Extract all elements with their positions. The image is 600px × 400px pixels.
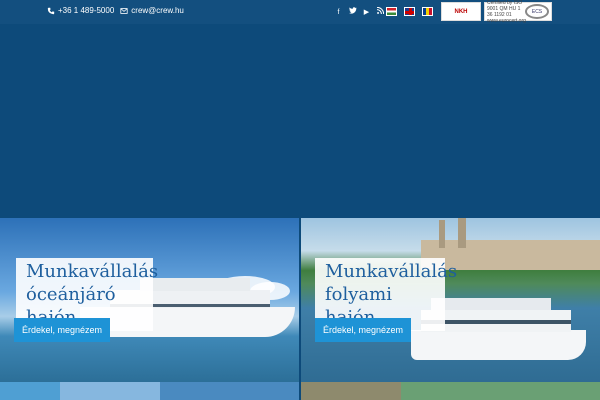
social-links: f ▶ <box>334 6 385 17</box>
phone-number: +36 1 489-5000 <box>58 6 115 15</box>
top-bar: +36 1 489-5000 crew@crew.hu f ▶ NKH Cert… <box>0 0 600 24</box>
hero-banner <box>0 24 600 218</box>
iso-certification-logo: Certified by ISO 9001 QM HU 1 36 1192 01… <box>484 0 552 24</box>
iso-certification-text: Certified by ISO 9001 QM HU 1 36 1192 01… <box>487 0 526 24</box>
river-panel-cta-button[interactable]: Érdekel, megnézem <box>315 318 412 342</box>
twitter-icon[interactable] <box>348 7 357 17</box>
river-ship-panel[interactable]: Munkavállalás folyami hajón Érdekel, meg… <box>301 218 600 382</box>
bottom-image-strip <box>0 382 600 400</box>
ocean-ship-panel[interactable]: Munkavállalás óceánjáró hajón Érdekel, m… <box>0 218 299 382</box>
language-selector <box>386 7 433 16</box>
youtube-icon[interactable]: ▶ <box>362 8 371 17</box>
english-flag-icon[interactable] <box>404 7 415 16</box>
church-tower-decoration <box>458 218 466 248</box>
email-address: crew@crew.hu <box>131 6 184 15</box>
romanian-flag-icon[interactable] <box>422 7 433 16</box>
church-tower-decoration <box>439 220 445 248</box>
nkh-logo: NKH <box>441 2 481 21</box>
certification-seal: ECS <box>525 4 549 19</box>
phone-link[interactable]: +36 1 489-5000 <box>47 6 114 15</box>
certification-logos: NKH Certified by ISO 9001 QM HU 1 36 119… <box>441 0 552 24</box>
facebook-icon[interactable]: f <box>334 8 343 17</box>
envelope-icon <box>120 7 128 14</box>
phone-icon <box>47 7 55 14</box>
contact-info: +36 1 489-5000 crew@crew.hu <box>47 6 184 15</box>
ocean-panel-cta-button[interactable]: Érdekel, megnézem <box>14 318 111 342</box>
hungarian-flag-icon[interactable] <box>386 7 397 16</box>
email-link[interactable]: crew@crew.hu <box>120 6 184 15</box>
rss-icon[interactable] <box>376 6 385 17</box>
